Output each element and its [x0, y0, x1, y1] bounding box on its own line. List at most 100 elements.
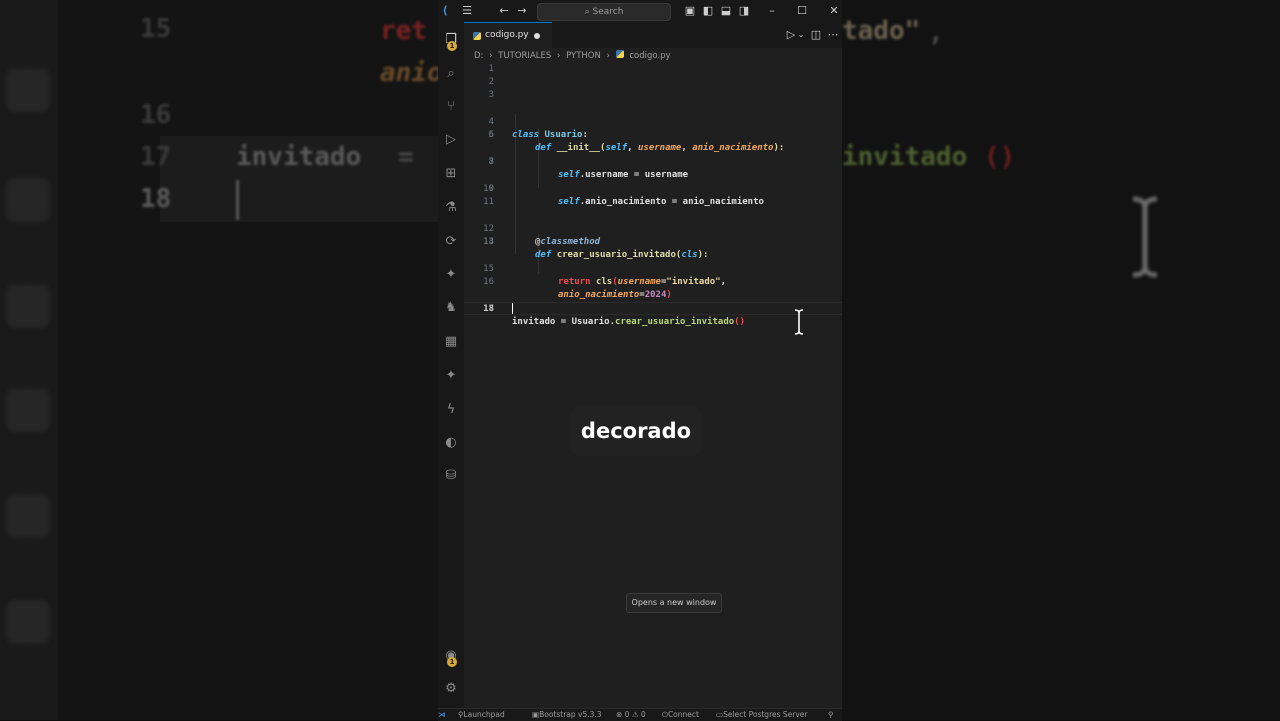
postgres-status[interactable]: ▭ Select Postgres Server — [716, 709, 808, 721]
remote-indicator-icon[interactable]: ⋊ — [438, 709, 448, 721]
code-line: 10 — [464, 183, 842, 196]
settings-gear-icon[interactable]: ⚙ — [443, 681, 459, 697]
tab-codigo-py[interactable]: codigo.py — [464, 22, 552, 48]
code-line: 8 — [464, 156, 842, 169]
status-bar: ⋊ ⚲ Launchpad ▣ Bootstrap v5.3.3 ⊗ 0 ⚠ 0… — [438, 708, 842, 721]
breadcrumb-separator: › — [489, 51, 493, 61]
edge-icon[interactable]: ◐ — [443, 435, 459, 451]
backdrop-line-number: 16 — [140, 100, 172, 130]
breadcrumb-folder[interactable]: TUTORIALES — [498, 51, 551, 61]
search-input[interactable]: ⌕ Search — [537, 3, 671, 21]
maximize-icon[interactable]: ☐ — [795, 4, 809, 18]
tab-label: codigo.py — [485, 30, 529, 40]
backdrop-right — [842, 0, 1280, 720]
code-line: 17 invitado = Usuario.crear_usuario_invi… — [464, 290, 842, 327]
code-line: 1 — [464, 63, 842, 76]
menu-icon[interactable]: ☰ — [460, 4, 474, 18]
code-line: 16 — [464, 276, 842, 289]
layout-icon[interactable]: ▣ — [683, 4, 697, 18]
backdrop-code: , — [928, 18, 944, 48]
breadcrumb-separator: › — [556, 51, 561, 61]
backdrop-line-number: 15 — [140, 14, 172, 44]
activity-bar: ❐ 1 ⌕ ⑂ ▷ ⊞ ⚗ ⟳ ✦ ♞ ▦ ✦ ϟ ◐ ⛁ ◉ 1 ⚙ — [438, 22, 464, 708]
backdrop-left — [0, 0, 438, 720]
python-file-icon — [473, 32, 481, 40]
search-icon: ⌕ — [584, 7, 590, 17]
breadcrumb: D: › TUTORIALES › PYTHON › codigo.py — [474, 50, 674, 61]
python-file-icon — [615, 50, 624, 58]
backdrop-python-icon — [6, 68, 50, 112]
token-method: crear_usuario_invitado — [614, 317, 735, 327]
code-line: 15 return cls(username="invitado", — [464, 250, 842, 287]
source-control-icon[interactable]: ⑂ — [443, 99, 459, 115]
backdrop-postgres-icon — [6, 178, 50, 222]
backdrop-code: invitado — [842, 142, 968, 172]
remote-icon[interactable]: ⟳ — [443, 234, 459, 250]
breadcrumb-file[interactable]: codigo.py — [629, 51, 670, 61]
chevron-down-icon[interactable]: ⌄ — [794, 28, 808, 42]
forward-arrow-icon[interactable]: → — [515, 4, 529, 18]
backdrop-code: anio — [380, 58, 443, 88]
minimize-icon[interactable]: – — [765, 4, 779, 18]
python-env-icon[interactable]: ✦ — [443, 368, 459, 384]
line-number-active: 18 — [483, 304, 494, 314]
run-debug-icon[interactable]: ▷ — [443, 132, 459, 148]
breadcrumb-drive[interactable]: D: — [474, 51, 483, 61]
line-number: 8 — [488, 157, 494, 167]
line-number: 2 — [488, 77, 494, 87]
video-caption: decorado — [571, 406, 701, 456]
code-line: 5 def __init__(self, username, anio_naci… — [464, 116, 842, 153]
explorer-badge: 1 — [447, 41, 457, 51]
backdrop-docker-icon — [6, 284, 50, 328]
line-number: 16 — [483, 277, 494, 287]
python-icon[interactable]: ✦ — [443, 267, 459, 283]
token-punct: () — [734, 317, 746, 327]
postgres-icon[interactable]: ♞ — [443, 300, 459, 316]
database-icon[interactable]: ⛁ — [443, 468, 459, 484]
connect-label: Connect — [667, 710, 699, 719]
backdrop-code: () — [984, 142, 1016, 172]
problems-status[interactable]: ⊗ 0 ⚠ 0 — [616, 709, 646, 721]
line-number: 11 — [483, 197, 494, 207]
connect-status[interactable]: ⏻ Connect — [662, 709, 699, 721]
breadcrumb-folder[interactable]: PYTHON — [566, 51, 601, 61]
more-actions-icon[interactable]: ⋯ — [826, 28, 840, 42]
title-bar: ⟨ ☰ ← → ⌕ Search ▣ ◧ ⬓ ◨ – ☐ ✕ — [438, 0, 842, 22]
panel-icon[interactable]: ⬓ — [719, 4, 733, 18]
line-number: 1 — [488, 64, 494, 74]
code-line: 13 def crear_usuario_invitado(cls): — [464, 223, 842, 260]
split-editor-icon[interactable]: ◫ — [809, 28, 823, 42]
backdrop-edge-icon — [6, 600, 50, 644]
unsaved-dot-icon[interactable] — [534, 33, 540, 39]
backdrop-caret — [236, 180, 239, 220]
line-number: 3 — [488, 90, 494, 100]
backdrop-code: tado" — [842, 16, 921, 46]
code-line: 2 — [464, 76, 842, 89]
sidebar-left-icon[interactable]: ◧ — [701, 4, 715, 18]
thunder-icon[interactable]: ϟ — [443, 402, 459, 418]
line-number: 6 — [488, 130, 494, 140]
tab-bar: codigo.py ▷ ⌄ ◫ ⋯ — [464, 22, 842, 48]
bootstrap-status[interactable]: ▣ Bootstrap v5.3.3 — [532, 709, 602, 721]
code-line: 11 — [464, 196, 842, 209]
sidebar-right-icon[interactable]: ◨ — [737, 4, 751, 18]
token-variable: invitado — [512, 317, 556, 327]
code-line: 18 — [464, 303, 842, 316]
line-number: 14 — [483, 237, 494, 247]
docker-icon[interactable]: ▦ — [443, 334, 459, 350]
notifications-icon[interactable]: ⚲ — [828, 709, 834, 721]
code-line: 4 class Usuario: — [464, 103, 842, 140]
vscode-logo-icon: ⟨ — [442, 4, 448, 17]
testing-icon[interactable]: ⚗ — [443, 200, 459, 216]
backdrop-code: ret — [380, 16, 427, 46]
accounts-badge: 1 — [447, 657, 457, 667]
backdrop-python-env-icon — [6, 388, 50, 432]
search-icon[interactable]: ⌕ — [443, 66, 459, 82]
close-icon[interactable]: ✕ — [827, 4, 841, 18]
backdrop-ibeam-icon — [1132, 196, 1158, 278]
backdrop-code: invitado — [236, 142, 362, 172]
extensions-icon[interactable]: ⊞ — [443, 166, 459, 182]
line-number: 10 — [483, 184, 494, 194]
launchpad-status[interactable]: ⚲ Launchpad — [458, 709, 505, 721]
back-arrow-icon[interactable]: ← — [497, 4, 511, 18]
